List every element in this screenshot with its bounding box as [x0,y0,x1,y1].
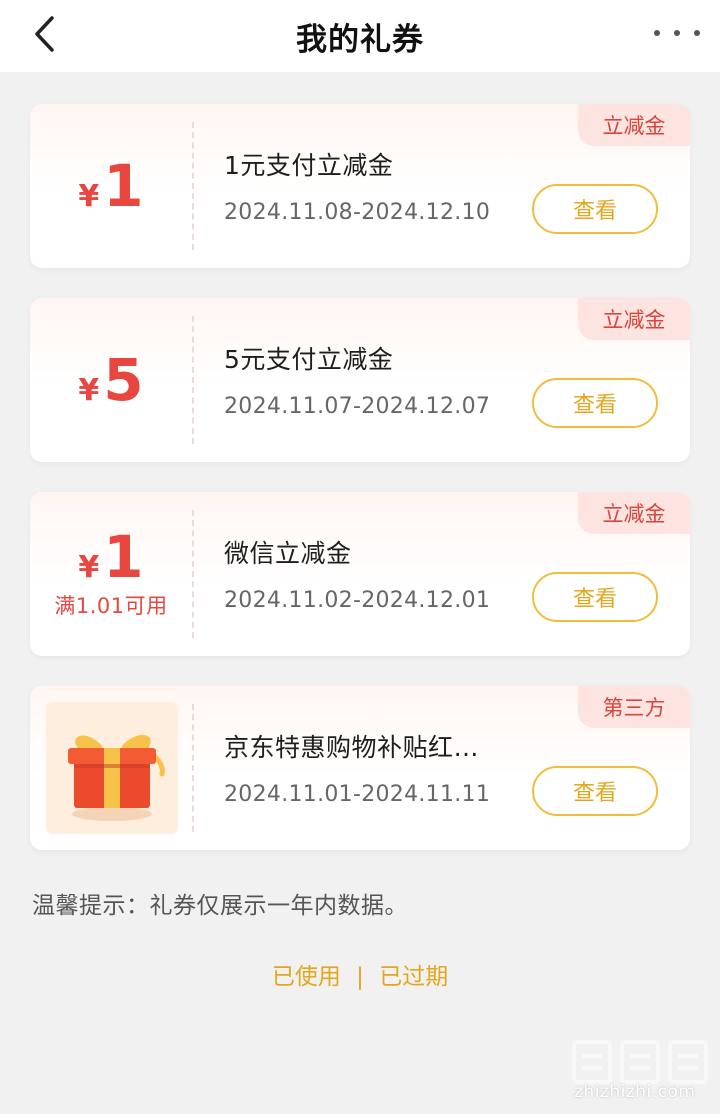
currency-symbol: ¥ [78,550,100,585]
coupon-type-badge: 立减金 [578,298,690,340]
coupon-date-range: 2024.11.02-2024.12.01 [224,588,491,613]
currency-symbol: ¥ [78,179,100,214]
coupon-type-badge: 立减金 [578,104,690,146]
coupon-date-range: 2024.11.07-2024.12.07 [224,394,491,419]
amount-value: 1 [103,523,144,591]
usage-condition: 满1.01可用 [54,594,168,618]
gift-box-image [46,702,178,834]
coupon-card[interactable]: ¥ 1 1元支付立减金 2024.11.08-2024.12.10 查看 立减金 [30,104,690,268]
link-separator: | [356,964,364,990]
coupon-type-badge: 第三方 [578,686,690,728]
coupon-amount: ¥ 1 [78,157,143,215]
history-links: 已使用 | 已过期 [0,957,720,991]
dot-icon [654,30,660,36]
coupon-amount-block: ¥ 1 [30,104,192,268]
currency-symbol: ¥ [78,373,100,408]
coupon-type-badge: 立减金 [578,492,690,534]
coupon-amount: ¥ 1 [78,528,143,586]
coupon-card[interactable]: ¥ 1 满1.01可用 微信立减金 2024.11.02-2024.12.01 … [30,492,690,656]
amount-value: 1 [103,152,144,220]
gift-box-icon [68,734,165,821]
amount-value: 5 [103,346,144,414]
view-button[interactable]: 查看 [532,572,658,622]
dashed-divider [192,122,194,250]
dashed-divider [192,704,194,832]
more-options-button[interactable] [654,20,700,46]
dot-icon [674,30,680,36]
dot-icon [694,30,700,36]
coupon-amount-block: ¥ 5 [30,298,192,462]
view-button[interactable]: 查看 [532,184,658,234]
top-bar: 我的礼券 [0,0,720,72]
coupon-card[interactable]: ¥ 5 5元支付立减金 2024.11.07-2024.12.07 查看 立减金 [30,298,690,462]
coupon-title: 微信立减金 [224,539,352,568]
page-title: 我的礼券 [296,22,424,58]
dashed-divider [192,510,194,638]
coupon-card[interactable]: 京东特惠购物补贴红… 2024.11.01-2024.11.11 查看 第三方 [30,686,690,850]
coupon-amount: ¥ 5 [78,351,143,409]
view-button[interactable]: 查看 [532,766,658,816]
expired-coupons-link[interactable]: 已过期 [379,957,448,991]
view-button[interactable]: 查看 [532,378,658,428]
dashed-divider [192,316,194,444]
notice-text: 温馨提示：礼券仅展示一年内数据。 [32,893,408,919]
coupon-amount-block: ¥ 1 满1.01可用 [30,492,192,656]
coupon-date-range: 2024.11.08-2024.12.10 [224,200,491,225]
coupon-title: 1元支付立减金 [224,151,394,180]
coupon-title: 京东特惠购物补贴红… [224,733,480,762]
coupon-date-range: 2024.11.01-2024.11.11 [224,782,491,807]
used-coupons-link[interactable]: 已使用 [272,957,341,991]
coupon-title: 5元支付立减金 [224,345,394,374]
watermark-text: zhizhizhi.com [574,1082,696,1102]
